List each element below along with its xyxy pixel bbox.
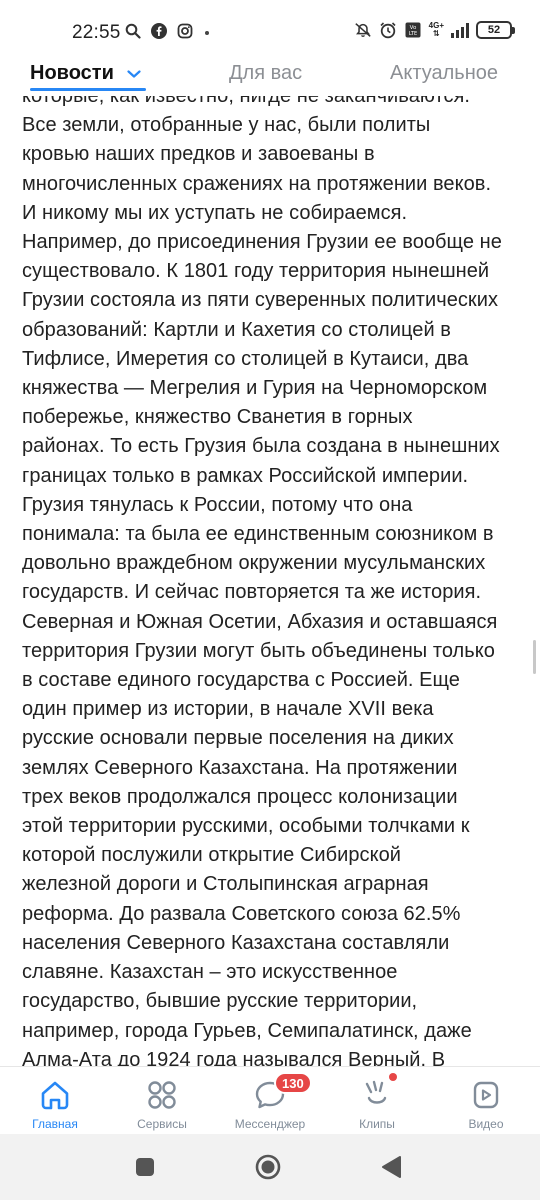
back-button[interactable]: [378, 1154, 404, 1180]
facebook-icon: [150, 22, 168, 40]
nav-messenger[interactable]: 130 Мессенджер: [220, 1067, 320, 1135]
chevron-down-icon: [127, 62, 142, 85]
nav-home-label: Главная: [32, 1117, 78, 1131]
network-type: 4G+ ⇅: [429, 22, 444, 38]
search-icon: [124, 22, 142, 40]
nav-services[interactable]: Сервисы: [112, 1067, 212, 1135]
article-text: которые, как известно, нигде не заканчив…: [22, 85, 502, 1068]
system-nav-bar: [0, 1134, 540, 1200]
volte-icon: Vo LTE: [404, 21, 422, 39]
feed-tabs: Новости Для вас Актуальное: [0, 56, 540, 96]
instagram-icon: [176, 22, 194, 40]
alarm-icon: [379, 21, 397, 39]
tab-for-you[interactable]: Для вас: [229, 62, 302, 85]
battery-level: 52: [487, 24, 501, 36]
status-left-icons: [124, 22, 194, 40]
clips-icon: [359, 1077, 395, 1113]
mute-icon: [354, 21, 372, 39]
services-icon: [144, 1077, 180, 1113]
signal-icon: [451, 22, 469, 38]
messenger-badge: 130: [274, 1072, 312, 1094]
scrollbar[interactable]: [533, 640, 536, 674]
status-bar: 22:55 Vo LTE 4G+ ⇅ 52: [0, 0, 540, 56]
nav-clips-label: Клипы: [359, 1117, 395, 1131]
home-icon: [37, 1077, 73, 1113]
svg-text:LTE: LTE: [409, 31, 417, 37]
nav-clips[interactable]: Клипы: [327, 1067, 427, 1135]
bottom-nav: Главная Сервисы 130 Мессенджер Клипы Вид…: [0, 1066, 540, 1134]
nav-home[interactable]: Главная: [5, 1067, 105, 1135]
nav-services-label: Сервисы: [137, 1117, 187, 1131]
status-time: 22:55: [72, 22, 121, 43]
nav-messenger-label: Мессенджер: [234, 1117, 306, 1131]
clips-notification-dot: [389, 1073, 397, 1081]
nav-video-label: Видео: [468, 1117, 504, 1131]
status-right-icons: Vo LTE 4G+ ⇅ 52: [354, 21, 515, 39]
tab-news[interactable]: Новости: [30, 62, 142, 85]
notification-dot: [205, 31, 209, 35]
article-body[interactable]: которые, как известно, нигде не заканчив…: [22, 82, 528, 1068]
tab-trending[interactable]: Актуальное: [390, 62, 498, 85]
video-icon: [468, 1077, 504, 1113]
tab-news-label: Новости: [30, 62, 114, 84]
network-arrows-icon: ⇅: [432, 29, 440, 38]
battery-icon: 52: [476, 21, 515, 39]
nav-video[interactable]: Видео: [436, 1067, 536, 1135]
home-button[interactable]: [255, 1154, 281, 1180]
active-tab-indicator: [30, 88, 146, 91]
recent-apps-button[interactable]: [132, 1154, 158, 1180]
